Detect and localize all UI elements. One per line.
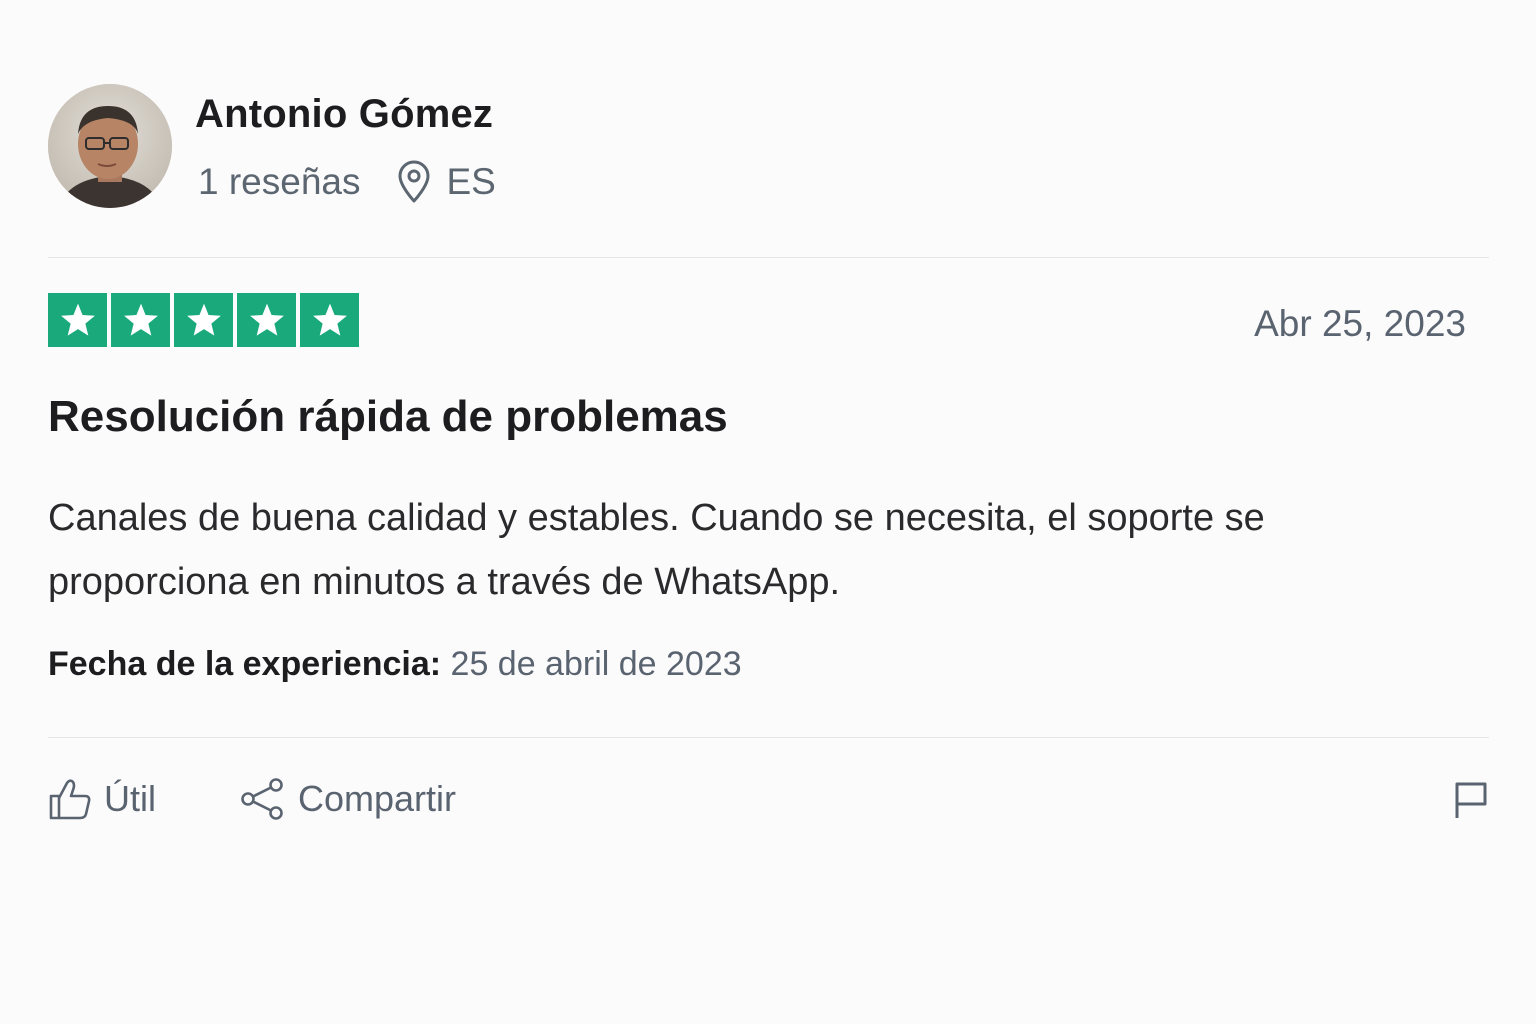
header-divider xyxy=(48,257,1489,258)
review-card: Antonio Gómez 1 reseñas ES Abr 25, 2023 xyxy=(48,0,1489,1024)
avatar[interactable] xyxy=(48,84,172,208)
experience-value: 25 de abril de 2023 xyxy=(450,645,742,683)
star-icon xyxy=(111,293,170,347)
location-pin-icon xyxy=(395,160,433,204)
useful-button[interactable]: Útil xyxy=(48,772,156,826)
star-rating xyxy=(48,293,359,347)
reviewer-meta: 1 reseñas ES xyxy=(198,158,496,206)
thumbs-up-icon xyxy=(48,777,92,821)
star-icon xyxy=(300,293,359,347)
star-icon xyxy=(174,293,233,347)
reviewer-country: ES xyxy=(446,161,496,202)
report-button[interactable] xyxy=(1453,778,1489,820)
reviewer-name[interactable]: Antonio Gómez xyxy=(195,92,493,137)
review-title[interactable]: Resolución rápida de problemas xyxy=(48,392,728,442)
flag-icon xyxy=(1453,782,1489,824)
experience-label: Fecha de la experiencia: xyxy=(48,645,442,683)
share-label: Compartir xyxy=(298,778,457,819)
review-body: Canales de buena calidad y estables. Cua… xyxy=(48,497,1265,603)
review-count: 1 reseñas xyxy=(198,161,361,202)
footer-divider xyxy=(48,737,1489,738)
star-icon xyxy=(237,293,296,347)
review-date: Abr 25, 2023 xyxy=(1254,303,1466,344)
experience-date: Fecha de la experiencia: 25 de abril de … xyxy=(48,645,742,684)
share-icon xyxy=(240,777,284,821)
star-icon xyxy=(48,293,107,347)
share-button[interactable]: Compartir xyxy=(240,772,456,826)
useful-label: Útil xyxy=(104,778,156,819)
